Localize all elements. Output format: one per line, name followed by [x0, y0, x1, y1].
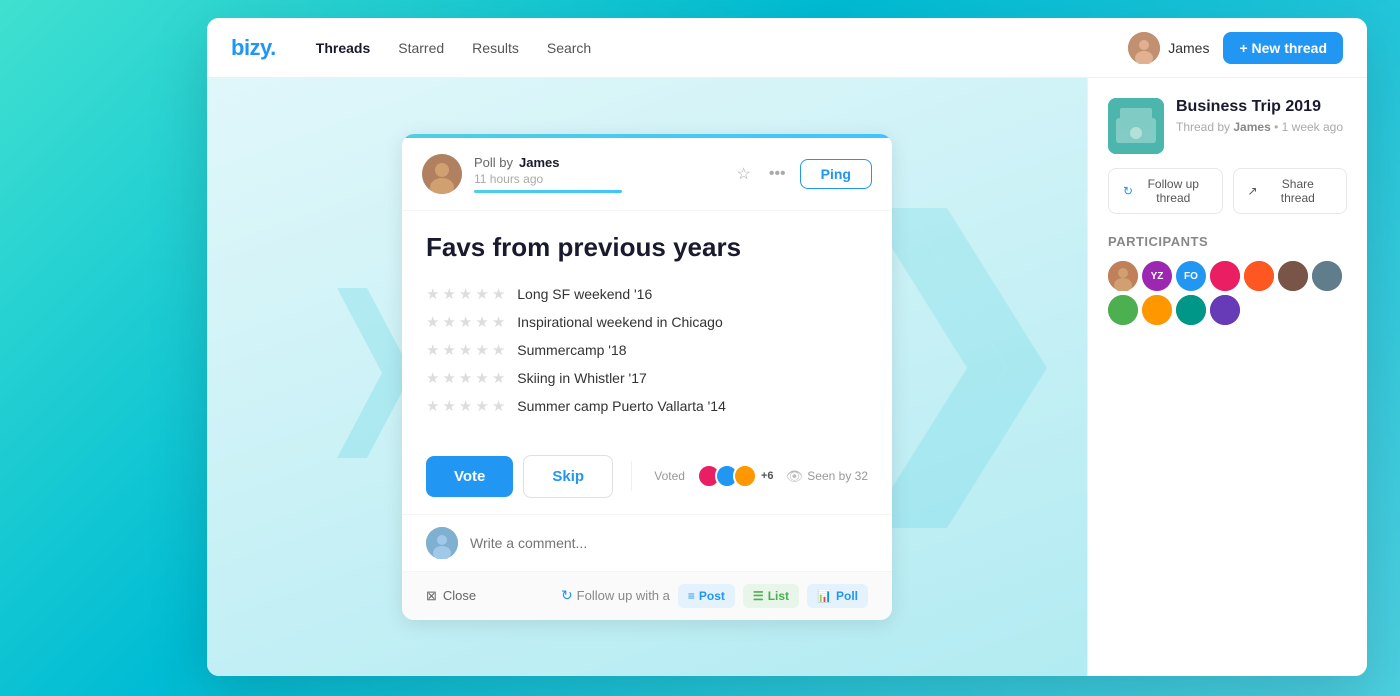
- participants-label: Participants: [1108, 234, 1347, 249]
- ping-button[interactable]: Ping: [800, 159, 872, 189]
- main-content: Poll by James 11 hours ago ☆ ••• Ping Fa…: [207, 78, 1367, 676]
- voted-avatar-3: [733, 464, 757, 488]
- poll-option: ★ ★ ★ ★ ★ Long SF weekend '16: [426, 285, 868, 303]
- seen-label: Seen by 32: [807, 469, 868, 483]
- poll-options: ★ ★ ★ ★ ★ Long SF weekend '16 ★ ★: [426, 285, 868, 415]
- thread-thumbnail: [1108, 98, 1164, 154]
- poll-card: Poll by James 11 hours ago ☆ ••• Ping Fa…: [402, 134, 892, 620]
- nav-results[interactable]: Results: [472, 40, 519, 56]
- star-rating-2[interactable]: ★ ★ ★ ★ ★: [426, 313, 505, 331]
- navbar: bizy. Threads Starred Results Search Jam…: [207, 18, 1367, 78]
- nav-threads[interactable]: Threads: [316, 40, 370, 56]
- user-avatar: [1128, 32, 1160, 64]
- participant-avatar: [1108, 295, 1138, 325]
- star-rating-5[interactable]: ★ ★ ★ ★ ★: [426, 397, 505, 415]
- voted-label: Voted: [654, 469, 685, 483]
- poll-progress-bar: [474, 190, 622, 193]
- more-button[interactable]: •••: [765, 161, 790, 187]
- participant-avatar: [1278, 261, 1308, 291]
- comment-input[interactable]: [470, 535, 868, 551]
- user-name: James: [1168, 40, 1209, 56]
- participant-avatar: [1210, 261, 1240, 291]
- vote-button[interactable]: Vote: [426, 456, 513, 497]
- participants-section: Participants YZ FO: [1108, 234, 1347, 325]
- seen-info: 👁 Seen by 32: [786, 468, 869, 485]
- poll-option: ★ ★ ★ ★ ★ Skiing in Whistler '17: [426, 369, 868, 387]
- comment-area: [402, 514, 892, 571]
- feed-panel: Poll by James 11 hours ago ☆ ••• Ping Fa…: [207, 78, 1087, 676]
- thread-info: Business Trip 2019 Thread by James • 1 w…: [1176, 98, 1343, 134]
- close-button[interactable]: ⊠ Close: [426, 588, 476, 604]
- poll-actions: Vote Skip Voted +6 👁 Seen by: [402, 455, 892, 514]
- new-thread-button[interactable]: + New thread: [1223, 32, 1343, 64]
- follow-up-thread-button[interactable]: ↻ Follow up thread: [1108, 168, 1223, 214]
- participant-avatar: [1312, 261, 1342, 291]
- poll-title-row: Poll by James: [474, 155, 721, 170]
- participant-avatar: [1244, 261, 1274, 291]
- commenter-avatar: [426, 527, 458, 559]
- thread-actions: ↻ Follow up thread ↗ Share thread: [1108, 168, 1347, 214]
- participant-avatar: [1108, 261, 1138, 291]
- poll-body: Favs from previous years ★ ★ ★ ★ ★ Long …: [402, 211, 892, 455]
- participant-avatar: YZ: [1142, 261, 1172, 291]
- poll-author-avatar: [422, 154, 462, 194]
- poll-time: 11 hours ago: [474, 172, 721, 186]
- star-rating-4[interactable]: ★ ★ ★ ★ ★: [426, 369, 505, 387]
- nav-starred[interactable]: Starred: [398, 40, 444, 56]
- participant-avatar: FO: [1176, 261, 1206, 291]
- follow-up-poll-button[interactable]: 📊 Poll: [807, 584, 868, 608]
- thread-meta: Thread by James • 1 week ago: [1176, 120, 1343, 134]
- poll-meta: Poll by James 11 hours ago: [474, 155, 721, 193]
- poll-header-actions: ☆ ••• Ping: [733, 159, 873, 189]
- follow-up-post-button[interactable]: ≡ Post: [678, 584, 735, 608]
- app-container: bizy. Threads Starred Results Search Jam…: [207, 18, 1367, 676]
- participant-avatar: [1176, 295, 1206, 325]
- right-panel: Business Trip 2019 Thread by James • 1 w…: [1087, 78, 1367, 676]
- option-label-4: Skiing in Whistler '17: [517, 370, 647, 386]
- nav-links: Threads Starred Results Search: [316, 40, 1128, 56]
- user-info[interactable]: James: [1128, 32, 1209, 64]
- skip-button[interactable]: Skip: [523, 455, 613, 498]
- nav-right: James + New thread: [1128, 32, 1343, 64]
- poll-option: ★ ★ ★ ★ ★ Summer camp Puerto Vallarta '1…: [426, 397, 868, 415]
- voted-avatars: +6: [697, 464, 774, 488]
- option-label-1: Long SF weekend '16: [517, 286, 652, 302]
- share-thread-button[interactable]: ↗ Share thread: [1233, 168, 1348, 214]
- option-label-3: Summercamp '18: [517, 342, 626, 358]
- poll-prefix: Poll by: [474, 155, 513, 170]
- poll-card-header: Poll by James 11 hours ago ☆ ••• Ping: [402, 138, 892, 211]
- star-rating-1[interactable]: ★ ★ ★ ★ ★: [426, 285, 505, 303]
- thread-card: Business Trip 2019 Thread by James • 1 w…: [1108, 98, 1347, 325]
- voted-count: +6: [761, 470, 774, 482]
- nav-search[interactable]: Search: [547, 40, 591, 56]
- logo: bizy.: [231, 35, 276, 61]
- participant-avatar: [1210, 295, 1240, 325]
- poll-card-footer: ⊠ Close ↻ Follow up with a ≡ Post: [402, 571, 892, 620]
- option-label-5: Summer camp Puerto Vallarta '14: [517, 398, 726, 414]
- poll-option: ★ ★ ★ ★ ★ Inspirational weekend in Chica…: [426, 313, 868, 331]
- participant-avatar: [1142, 295, 1172, 325]
- follow-up-label: ↻ Follow up with a: [561, 587, 670, 604]
- thread-title: Business Trip 2019: [1176, 98, 1343, 116]
- poll-author: James: [519, 155, 559, 170]
- participants-avatars: YZ FO: [1108, 261, 1347, 325]
- star-rating-3[interactable]: ★ ★ ★ ★ ★: [426, 341, 505, 359]
- vote-info: Voted +6 👁 Seen by 32: [654, 464, 868, 488]
- follow-up-list-button[interactable]: ☰ List: [743, 584, 799, 608]
- star-button[interactable]: ☆: [733, 160, 755, 188]
- option-label-2: Inspirational weekend in Chicago: [517, 314, 722, 330]
- thread-image-row: Business Trip 2019 Thread by James • 1 w…: [1108, 98, 1347, 154]
- poll-option: ★ ★ ★ ★ ★ Summercamp '18: [426, 341, 868, 359]
- follow-up-area: ↻ Follow up with a ≡ Post ☰ List 📊: [561, 584, 868, 608]
- poll-question: Favs from previous years: [426, 231, 868, 265]
